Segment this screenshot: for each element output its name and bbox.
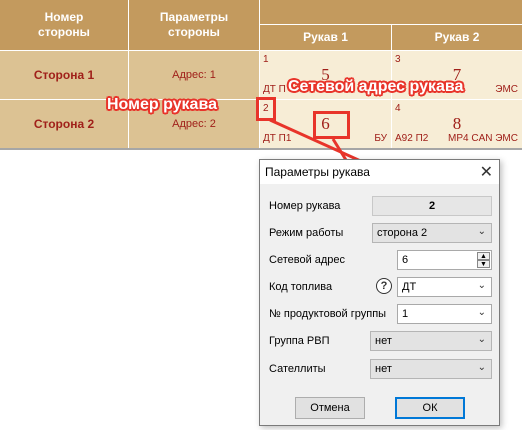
row-fuel-code: Код топлива ? ДТ ⌄	[260, 277, 499, 299]
chevron-down-icon: ⌄	[477, 226, 486, 237]
hose-net-address: 8	[452, 114, 462, 133]
chevron-down-icon: ⌄	[477, 334, 486, 345]
side-1-address[interactable]: Адрес: 1	[129, 51, 259, 99]
row-hose-number: Номер рукава 2	[260, 196, 499, 218]
spin-buttons[interactable]: ▲ ▼	[477, 252, 490, 268]
spin-down-icon[interactable]: ▼	[477, 260, 490, 268]
dialog-title: Параметры рукава	[265, 165, 370, 179]
dispenser-table: Номер стороны Параметры стороны Рукав 1 …	[0, 0, 522, 150]
hose-fuel: ДТ П	[263, 84, 286, 95]
dialog-titlebar: Параметры рукава ✕	[260, 160, 499, 184]
row-net-address: Сетевой адрес 6 ▲ ▼	[260, 250, 499, 272]
chevron-down-icon: ⌄	[477, 307, 486, 318]
row-product-group: № продуктовой группы 1 ⌄	[260, 304, 499, 326]
label-satellites: Сателлиты	[269, 363, 326, 375]
hose-number: 1	[263, 54, 269, 65]
hose-number: 4	[395, 103, 401, 114]
header-hose-1: Рукав 1	[260, 25, 391, 50]
header-side-number: Номер стороны	[0, 0, 128, 50]
hose-fuel-extra: ЭМС	[495, 84, 518, 95]
header-side-params: Параметры стороны	[129, 0, 259, 50]
satellites-select[interactable]: нет ⌄	[370, 359, 492, 379]
header-hoses-top	[260, 0, 522, 24]
label-fuel-code: Код топлива	[269, 281, 333, 293]
annotation-network-address: Сетевой адрес рукава	[288, 78, 464, 95]
help-icon[interactable]: ?	[376, 278, 392, 294]
close-icon[interactable]: ✕	[480, 162, 493, 182]
label-net-address: Сетевой адрес	[269, 254, 346, 266]
net-address-stepper[interactable]: 6 ▲ ▼	[397, 250, 492, 270]
spin-up-icon[interactable]: ▲	[477, 252, 490, 260]
label-rvp-group: Группа РВП	[269, 335, 330, 347]
row-satellites: Сателлиты нет ⌄	[260, 359, 499, 381]
table-bottom-border	[0, 148, 522, 150]
label-mode: Режим работы	[269, 227, 344, 239]
hose-params-dialog: Параметры рукава ✕ Номер рукава 2 Режим …	[259, 159, 500, 426]
row-rvp-group: Группа РВП нет ⌄	[260, 331, 499, 353]
hose-fuel: ДТ П1	[263, 133, 292, 144]
chevron-down-icon: ⌄	[477, 280, 486, 291]
product-group-select[interactable]: 1 ⌄	[397, 304, 492, 324]
chevron-down-icon: ⌄	[477, 362, 486, 373]
hose-fuel-extra: БУ	[374, 133, 387, 144]
row-mode: Режим работы сторона 2 ⌄	[260, 223, 499, 245]
hose-fuel-extra: МР4 CAN ЭМС	[448, 133, 518, 144]
annotation-hose-number: Номер рукава	[107, 96, 217, 113]
label-product-group: № продуктовой группы	[269, 308, 387, 320]
hose-fuel: А92 П2	[395, 133, 429, 144]
label-hose-number: Номер рукава	[269, 200, 341, 212]
header-hose-2: Рукав 2	[392, 25, 522, 50]
cancel-button[interactable]: Отмена	[295, 397, 365, 419]
highlight-net-address	[313, 111, 350, 139]
fuel-code-select[interactable]: ДТ ⌄	[397, 277, 492, 297]
ok-button[interactable]: ОК	[395, 397, 465, 419]
hose-number: 3	[395, 54, 401, 65]
highlight-hose-number	[256, 97, 276, 121]
hose-number-field: 2	[372, 196, 492, 216]
hose-cell-4[interactable]: 4 8 А92 П2 МР4 CAN ЭМС	[392, 100, 522, 148]
side-1-cell[interactable]: Сторона 1	[0, 51, 128, 99]
rvp-group-select[interactable]: нет ⌄	[370, 331, 492, 351]
mode-select[interactable]: сторона 2 ⌄	[372, 223, 492, 243]
